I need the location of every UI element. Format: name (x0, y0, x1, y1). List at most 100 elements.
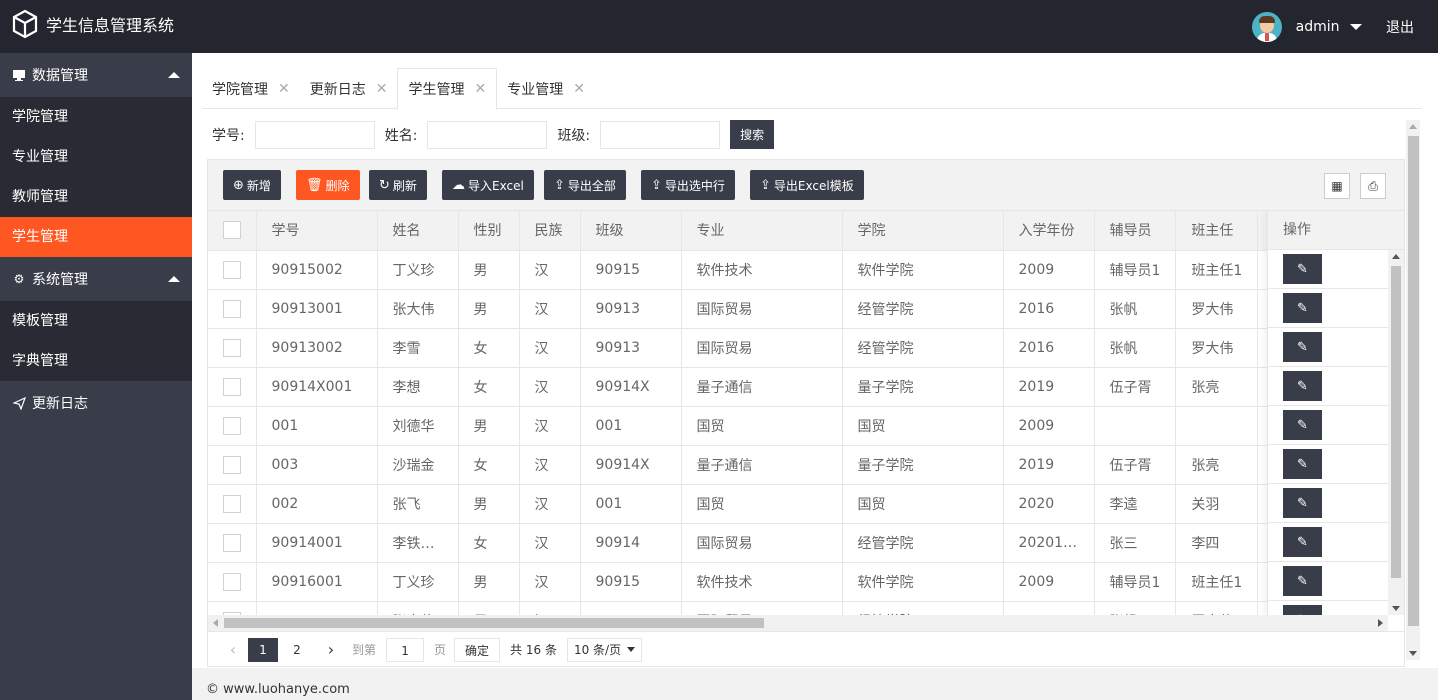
table-row[interactable]: 001 刘德华男汉 001 国贸 国贸 2009 (208, 406, 1399, 446)
next-page-icon[interactable]: › (320, 640, 342, 659)
table-row[interactable]: 90914X001 李想女汉 90914X 量子通信 量子学院 2019 伍子胥 张亮 (208, 367, 1399, 407)
table-row[interactable]: 90914001 李铁… 女汉 90914 国际贸易 经管学院 20201… 张三 李四 (208, 523, 1399, 563)
scrollbar-thumb[interactable] (1391, 266, 1401, 578)
scroll-down-icon[interactable] (1392, 606, 1400, 611)
sidebar-item-template[interactable]: 模板管理 (0, 301, 192, 341)
table-row[interactable]: 002 张飞男汉 001 国贸 国贸 2020 李逵 关羽 (208, 484, 1399, 524)
row-checkbox[interactable] (222, 299, 241, 318)
select-all-checkbox[interactable] (222, 221, 241, 240)
column-header[interactable]: 班主任 (1175, 211, 1259, 251)
row-checkbox[interactable] (222, 377, 241, 396)
row-checkbox[interactable] (222, 494, 241, 513)
page-size-select[interactable]: 10 条/页 (566, 637, 643, 662)
scroll-down-icon[interactable] (1409, 651, 1417, 656)
close-icon[interactable]: ✕ (573, 81, 585, 97)
add-button[interactable]: ⊕ 新增 (223, 170, 281, 200)
pencil-icon: ✎ (1297, 339, 1308, 355)
edit-button[interactable]: ✎ (1283, 371, 1322, 401)
goto-page-input[interactable]: 1 (386, 637, 425, 662)
page-size-value: 10 条/页 (573, 642, 622, 657)
prev-page-icon[interactable]: ‹ (222, 640, 244, 659)
page-scrollbar[interactable] (1406, 120, 1420, 660)
refresh-button[interactable]: ↻ 刷新 (369, 170, 427, 200)
scroll-left-icon[interactable] (213, 619, 218, 627)
tab-log[interactable]: 更新日志 ✕ (300, 68, 398, 109)
table-row[interactable]: 张大伟男汉 国际贸易经管学院 张帆罗大伟 (208, 601, 1399, 615)
logo[interactable]: 学生信息管理系统 (12, 9, 174, 39)
import-excel-button[interactable]: ☁ 导入Excel (442, 170, 534, 200)
table-cell: 国贸 (842, 484, 1004, 524)
close-icon[interactable]: ✕ (278, 81, 290, 97)
sidebar-item-teacher[interactable]: 教师管理 (0, 177, 192, 217)
edit-button[interactable]: ✎ (1283, 254, 1322, 284)
export-all-button[interactable]: ⇪ 导出全部 (544, 170, 626, 200)
sidebar-item-college[interactable]: 学院管理 (0, 97, 192, 137)
goto-confirm-button[interactable]: 确定 (454, 637, 501, 662)
table-row[interactable]: 003 沙瑞金女汉 90914X 量子通信 量子学院 2019 伍子胥 张亮 (208, 445, 1399, 485)
row-checkbox[interactable] (222, 416, 241, 435)
edit-button[interactable]: ✎ (1283, 566, 1322, 596)
row-checkbox[interactable] (222, 260, 241, 279)
page-current[interactable]: 1 (248, 637, 278, 662)
edit-button[interactable]: ✎ (1283, 488, 1322, 518)
column-header[interactable]: 学院 (842, 211, 1004, 251)
edit-button[interactable]: ✎ (1283, 449, 1322, 479)
edit-button[interactable]: ✎ (1283, 293, 1322, 323)
student-no-input[interactable] (254, 120, 375, 149)
scroll-up-icon[interactable] (1409, 124, 1417, 129)
class-input[interactable] (600, 120, 721, 149)
table-row[interactable]: 90913002 李雪女汉 90913 国际贸易 经管学院 2016 张帆 罗大伟 (208, 328, 1399, 368)
row-checkbox[interactable] (222, 572, 241, 591)
table-cell: 002 (256, 484, 378, 524)
edit-button[interactable]: ✎ (1283, 332, 1322, 362)
scroll-right-icon[interactable] (1378, 619, 1383, 627)
tab-student[interactable]: 学生管理 ✕ (397, 68, 498, 110)
user-menu[interactable]: admin (1296, 19, 1362, 35)
sidebar-item-major[interactable]: 专业管理 (0, 137, 192, 177)
logout-link[interactable]: 退出 (1386, 17, 1414, 37)
search-button[interactable]: 搜索 (730, 120, 775, 149)
close-icon[interactable]: ✕ (376, 81, 388, 97)
nav-group-data[interactable]: 数据管理 (0, 53, 192, 97)
scrollbar-thumb[interactable] (1408, 136, 1419, 626)
row-checkbox[interactable] (222, 533, 241, 552)
sidebar-item-log[interactable]: 更新日志 (0, 381, 192, 425)
edit-button[interactable]: ✎ (1283, 527, 1322, 557)
footer: © www.luohanye.com (192, 668, 1438, 700)
name-input[interactable] (427, 120, 548, 149)
avatar[interactable] (1251, 11, 1282, 42)
column-header[interactable]: 性别 (458, 211, 520, 251)
edit-button[interactable]: ✎ (1283, 410, 1322, 440)
table-h-scrollbar[interactable] (208, 615, 1388, 631)
row-checkbox[interactable] (222, 338, 241, 357)
column-header[interactable]: 班级 (580, 211, 682, 251)
scrollbar-thumb[interactable] (224, 618, 764, 628)
column-header[interactable]: 民族 (519, 211, 581, 251)
sidebar-item-dictionary[interactable]: 字典管理 (0, 341, 192, 381)
nav-group-system[interactable]: ⚙ 系统管理 (0, 257, 192, 301)
page-2[interactable]: 2 (282, 638, 312, 662)
close-icon[interactable]: ✕ (474, 81, 486, 97)
export-selected-button[interactable]: ⇪ 导出选中行 (641, 170, 735, 200)
print-icon[interactable]: ⎙ (1360, 173, 1386, 199)
table-row[interactable]: 90916001 丁义珍男汉 90915 软件技术 软件学院 2009 辅导员1 班主任1 (208, 562, 1399, 602)
table-row[interactable]: 90915002 丁义珍男汉 90915 软件技术 软件学院 2009 辅导员1 班主任1 (208, 250, 1399, 290)
tab-major[interactable]: 专业管理 ✕ (497, 68, 595, 109)
column-header[interactable]: 专业 (681, 211, 843, 251)
scroll-up-icon[interactable] (1392, 254, 1400, 259)
column-header[interactable]: 学号 (256, 211, 378, 251)
row-checkbox[interactable] (222, 455, 241, 474)
columns-filter-icon[interactable]: ▦ (1324, 173, 1350, 199)
column-header[interactable]: 姓名 (377, 211, 459, 251)
delete-button[interactable]: 🗑 删除 (296, 170, 360, 200)
table-row[interactable]: 90913001 张大伟男汉 90913 国际贸易 经管学院 2016 张帆 罗大伟 (208, 289, 1399, 329)
column-header[interactable]: 入学年份 (1003, 211, 1095, 251)
edit-button[interactable]: ✎ (1283, 605, 1322, 615)
table-cell: 001 (580, 484, 682, 524)
table-scrollbar[interactable] (1388, 250, 1404, 615)
tab-college[interactable]: 学院管理 ✕ (202, 68, 300, 109)
export-template-button[interactable]: ⇪ 导出Excel模板 (750, 170, 864, 200)
table-cell: 罗大伟 (1175, 328, 1259, 368)
sidebar-item-student[interactable]: 学生管理 (0, 217, 192, 257)
column-header[interactable]: 辅导员 (1094, 211, 1177, 251)
